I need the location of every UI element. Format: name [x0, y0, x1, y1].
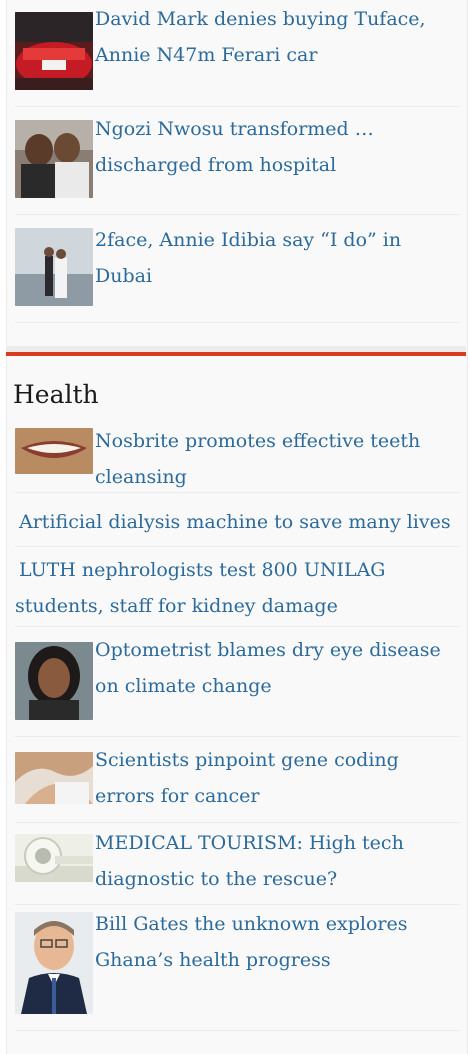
list-item[interactable]: LUTH nephrologists test 800 UNILAG stude… — [15, 546, 460, 627]
list-item[interactable]: Ngozi Nwosu transformed … discharged fro… — [15, 106, 460, 215]
red-car-thumbnail[interactable] — [15, 12, 93, 90]
section-accent-rule — [6, 352, 466, 356]
list-item[interactable]: Scientists pinpoint gene coding errors f… — [15, 736, 460, 823]
section-title-health: Health — [13, 380, 99, 409]
list-item[interactable]: Artificial dialysis machine to save many… — [15, 492, 460, 547]
headline-link[interactable]: Bill Gates the unknown explores Ghana’s … — [95, 906, 460, 978]
headline-link[interactable]: LUTH nephrologists test 800 UNILAG stude… — [15, 552, 460, 624]
scanner-machine-thumbnail[interactable] — [15, 834, 93, 882]
headline-link[interactable]: Optometrist blames dry eye disease on cl… — [95, 632, 460, 704]
headline-link[interactable]: Artificial dialysis machine to save many… — [19, 504, 460, 540]
wedding-thumbnail[interactable] — [15, 228, 93, 306]
list-item[interactable]: Nosbrite promotes effective teeth cleans… — [15, 424, 460, 493]
woman-portrait-thumbnail[interactable] — [15, 642, 93, 720]
headline-link[interactable]: MEDICAL TOURISM: High tech diagnostic to… — [95, 825, 460, 897]
smile-teeth-thumbnail[interactable] — [15, 428, 93, 474]
two-women-thumbnail[interactable] — [15, 120, 93, 198]
list-item[interactable]: David Mark denies buying Tuface, Annie N… — [15, 0, 460, 107]
headline-link[interactable]: Nosbrite promotes effective teeth cleans… — [95, 423, 460, 495]
list-item[interactable]: 2face, Annie Idibia say “I do” in Dubai — [15, 214, 460, 323]
bill-gates-thumbnail[interactable] — [15, 912, 93, 1014]
list-item[interactable]: MEDICAL TOURISM: High tech diagnostic to… — [15, 822, 460, 905]
headline-link[interactable]: David Mark denies buying Tuface, Annie N… — [95, 1, 460, 73]
headline-link[interactable]: Scientists pinpoint gene coding errors f… — [95, 742, 460, 814]
headline-link[interactable]: 2face, Annie Idibia say “I do” in Dubai — [95, 222, 460, 294]
headline-link[interactable]: Ngozi Nwosu transformed … discharged fro… — [95, 111, 460, 183]
hands-thumbnail[interactable] — [15, 752, 93, 804]
list-item[interactable]: Bill Gates the unknown explores Ghana’s … — [15, 904, 460, 1031]
list-item[interactable]: Optometrist blames dry eye disease on cl… — [15, 626, 460, 737]
